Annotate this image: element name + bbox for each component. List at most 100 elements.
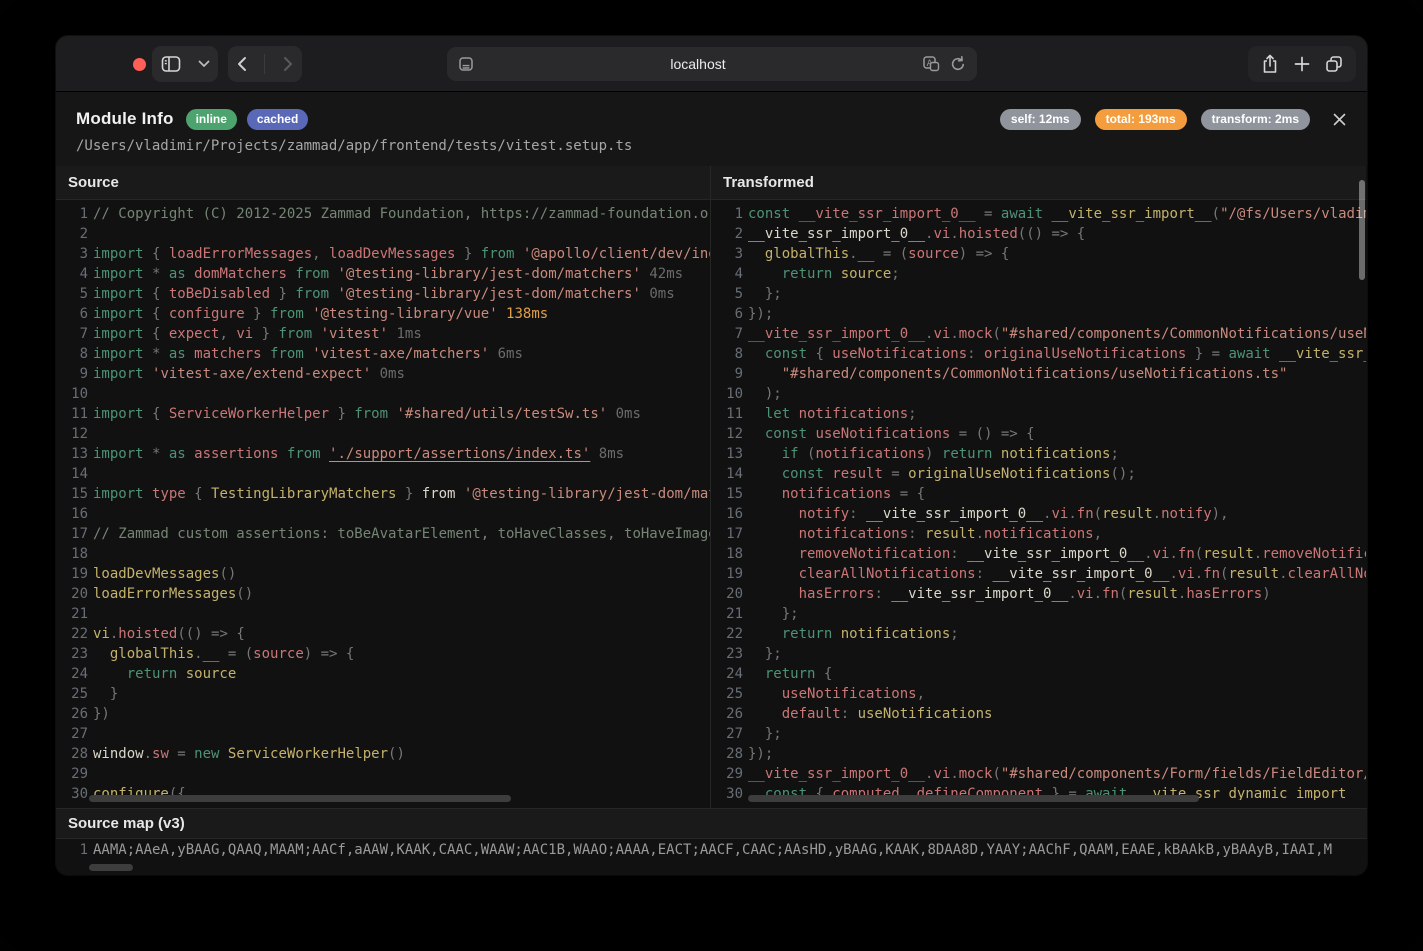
tab-overview-icon[interactable] (1324, 54, 1344, 74)
code-text: globalThis.__ = (source) => { (748, 244, 1009, 264)
code-text: return notifications; (748, 624, 959, 644)
token: ; (950, 626, 958, 642)
token: mock (959, 326, 993, 342)
page-format-icon[interactable] (457, 55, 475, 73)
transformed-code[interactable]: 1const __vite_ssr_import_0__ = await __v… (711, 200, 1366, 800)
token: = { (891, 486, 925, 502)
code-line: 29 (56, 764, 710, 784)
address-bar[interactable]: localhost A (447, 47, 977, 81)
token: loadErrorMessages (93, 586, 236, 602)
toolbar-right-group (1248, 46, 1356, 82)
token: globalThis (748, 246, 849, 262)
line-number: 2 (719, 224, 743, 244)
line-number: 15 (719, 484, 743, 504)
token: 0ms (641, 286, 675, 302)
chevron-down-icon[interactable] (198, 60, 210, 68)
code-text: ); (748, 384, 782, 404)
code-line: 26}) (56, 704, 710, 724)
token: }); (748, 746, 773, 762)
token: result (925, 526, 976, 542)
token: import (93, 286, 152, 302)
token: 'vitest-axe/matchers' (312, 346, 489, 362)
window-close-button[interactable] (133, 58, 146, 71)
code-text: window.sw = new ServiceWorkerHelper() (93, 744, 405, 764)
code-line: 8import * as matchers from 'vitest-axe/m… (56, 344, 710, 364)
code-text: const result = originalUseNotifications(… (748, 464, 1136, 484)
token: useNotifications (748, 686, 917, 702)
line-number: 30 (64, 784, 88, 800)
code-text: import { configure } from '@testing-libr… (93, 304, 548, 324)
token: __vite_ssr_import_0__ (891, 586, 1068, 602)
token: TestingLibraryMatchers (211, 486, 396, 502)
token: : (976, 566, 993, 582)
token: }; (748, 606, 799, 622)
token: return (748, 266, 841, 282)
token: import (93, 446, 152, 462)
back-icon[interactable] (236, 56, 248, 72)
code-line: 9 "#shared/components/CommonNotification… (711, 364, 1366, 384)
code-text: __vite_ssr_import_0__.vi.mock("#shared/c… (748, 764, 1366, 784)
close-icon[interactable] (1332, 112, 1347, 127)
code-text: "#shared/components/CommonNotifications/… (748, 364, 1287, 384)
timing-pill-total: total: 193ms (1095, 109, 1187, 130)
line-number: 10 (64, 384, 88, 404)
token: "#shared/components/CommonNotifications/… (1001, 326, 1366, 342)
transformed-panel-title: Transformed (711, 166, 1366, 200)
source-panel: Source 1// Copyright (C) 2012-2025 Zamma… (56, 166, 711, 808)
token: 6ms (489, 346, 523, 362)
token: { (194, 486, 211, 502)
token: , (1094, 526, 1102, 542)
code-line: 18 removeNotification: __vite_ssr_import… (711, 544, 1366, 564)
token: from (481, 246, 523, 262)
code-line: 18 (56, 544, 710, 564)
token: { (152, 326, 169, 342)
token: '@testing-library/jest-dom/matchers' (337, 266, 640, 282)
line-number: 15 (64, 484, 88, 504)
code-text: import * as matchers from 'vitest-axe/ma… (93, 344, 523, 364)
page-vscrollbar[interactable] (1359, 180, 1365, 280)
line-number: 13 (64, 444, 88, 464)
line-number: 2 (64, 224, 88, 244)
share-icon[interactable] (1260, 53, 1280, 75)
line-number: 18 (719, 544, 743, 564)
token: { (152, 306, 169, 322)
transformed-hscrollbar[interactable] (748, 795, 1199, 802)
code-line: 2__vite_ssr_import_0__.vi.hoisted(() => … (711, 224, 1366, 244)
token: : (874, 586, 891, 602)
line-number: 27 (719, 724, 743, 744)
code-line: 19loadDevMessages() (56, 564, 710, 584)
code-line: 16 notify: __vite_ssr_import_0__.vi.fn(r… (711, 504, 1366, 524)
token: import (93, 326, 152, 342)
source-code[interactable]: 1// Copyright (C) 2012-2025 Zammad Found… (56, 200, 710, 800)
token: source (908, 246, 959, 262)
token: const (748, 426, 815, 442)
token: (() => { (177, 626, 244, 642)
module-link[interactable]: './support/assertions/index.ts' (329, 446, 590, 462)
token: '@apollo/client/dev/index.js' (523, 246, 710, 262)
token: as (169, 266, 194, 282)
source-hscrollbar[interactable] (89, 795, 511, 802)
code-line: 10 (56, 384, 710, 404)
token: return (93, 666, 186, 682)
code-line: 10 ); (711, 384, 1366, 404)
token: import (93, 306, 152, 322)
code-line: 13import * as assertions from './support… (56, 444, 710, 464)
token: 42ms (641, 266, 683, 282)
sourcemap-hscrollbar[interactable] (89, 864, 133, 871)
token: }; (748, 286, 782, 302)
sidebar-icon[interactable] (160, 54, 182, 74)
reload-icon[interactable] (949, 55, 967, 73)
line-number: 14 (64, 464, 88, 484)
token: () (388, 746, 405, 762)
forward-icon[interactable] (282, 56, 294, 72)
code-text: const __vite_ssr_import_0__ = await __vi… (748, 204, 1366, 224)
line-number: 17 (64, 524, 88, 544)
token: . (144, 746, 152, 762)
token: import (93, 266, 152, 282)
new-tab-icon[interactable] (1293, 55, 1311, 73)
translate-icon[interactable]: A (921, 55, 941, 73)
transformed-panel: Transformed 1const __vite_ssr_import_0__… (711, 166, 1366, 808)
token: { (152, 286, 169, 302)
token: 138ms (498, 306, 549, 322)
token: loadErrorMessages (169, 246, 312, 262)
